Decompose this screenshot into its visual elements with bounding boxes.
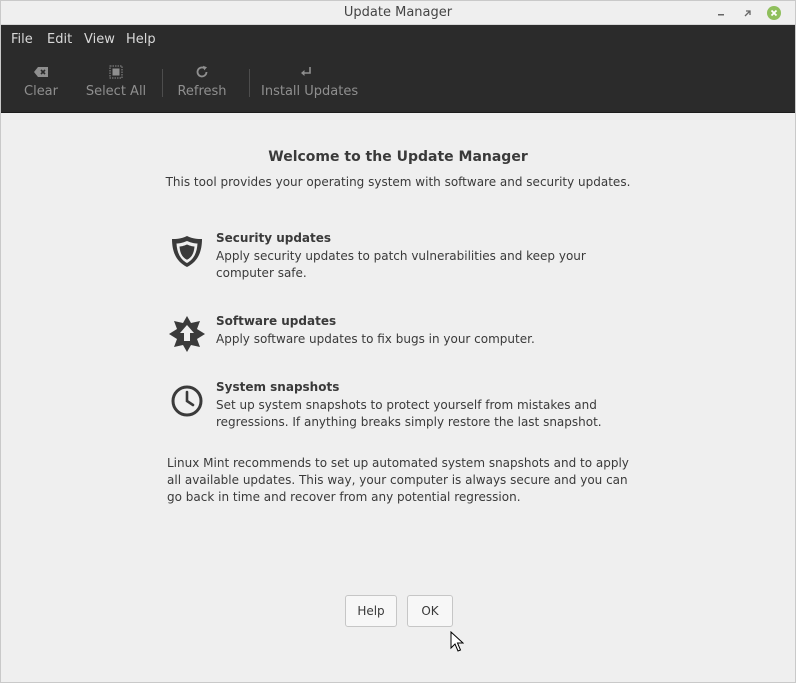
close-icon[interactable] [767,6,781,20]
menu-view[interactable]: View [84,32,115,47]
upgrade-icon [169,316,205,352]
update-manager-window: Update Manager File Edit View Help Clear [0,0,796,683]
clock-icon [171,385,203,417]
feature-heading: Software updates [216,314,337,328]
restore-icon[interactable] [741,6,755,20]
select-all-icon [109,65,123,79]
menu-edit[interactable]: Edit [47,32,72,47]
install-updates-label: Install Updates [261,84,359,99]
feature-heading: System snapshots [216,380,340,394]
toolbar: Clear Select All Refresh Install Updates [1,53,795,113]
select-all-button[interactable]: Select All [85,53,147,112]
feature-software: Software updates Apply software updates … [167,314,627,354]
help-button[interactable]: Help [345,595,397,627]
title-bar[interactable]: Update Manager [1,1,795,25]
backspace-icon [34,67,48,77]
clear-label: Clear [24,84,58,99]
minimize-icon[interactable] [714,6,728,20]
toolbar-separator [249,69,250,97]
refresh-button[interactable]: Refresh [175,53,229,112]
refresh-label: Refresh [177,84,227,99]
window-title: Update Manager [343,5,453,20]
install-updates-button[interactable]: Install Updates [261,53,359,112]
mouse-pointer-icon [450,631,464,652]
welcome-subtitle: This tool provides your operating system… [165,175,631,189]
menu-bar: File Edit View Help [1,25,795,53]
toolbar-separator [162,69,163,97]
clear-button[interactable]: Clear [19,53,63,112]
welcome-title: Welcome to the Update Manager [268,149,528,165]
select-all-label: Select All [85,84,147,99]
recommendation-text: Linux Mint recommends to set up automate… [167,456,629,504]
feature-description: Set up system snapshots to protect yours… [216,398,602,429]
ok-button[interactable]: OK [407,595,453,627]
welcome-page: Welcome to the Update Manager This tool … [1,113,795,682]
feature-security: Security updates Apply security updates … [167,231,627,281]
menu-help[interactable]: Help [126,32,156,47]
feature-heading: Security updates [216,231,332,245]
menu-file[interactable]: File [11,32,33,47]
feature-snapshots: System snapshots Set up system snapshots… [167,380,627,430]
enter-icon [301,67,311,76]
shield-icon [172,236,202,267]
refresh-icon [196,65,208,78]
feature-description: Apply security updates to patch vulnerab… [216,249,586,280]
feature-description: Apply software updates to fix bugs in yo… [216,332,535,346]
